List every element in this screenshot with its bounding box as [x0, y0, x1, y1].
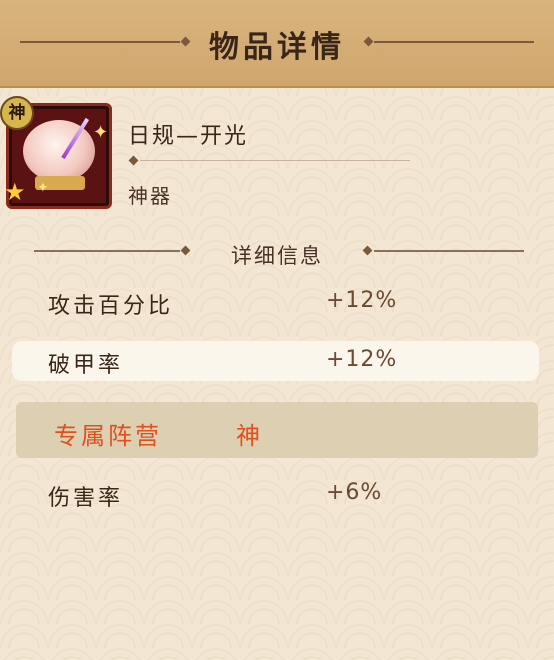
sundial-artifact-icon — [23, 120, 95, 182]
sparkle-icon: ✦ — [93, 122, 109, 143]
header-bar: 物品详情 — [0, 0, 554, 88]
stat-value: +6% — [326, 480, 383, 505]
page-title: 物品详情 — [209, 30, 345, 65]
exclusive-faction-box: 专属阵营 神 — [16, 402, 538, 458]
section-title: 详细信息 — [231, 244, 323, 268]
stat-value: +12% — [326, 347, 398, 372]
item-type: 神器 — [128, 184, 172, 208]
divider-diamond — [128, 155, 139, 166]
faction-value: 神 — [236, 422, 260, 450]
god-faction-badge: 神 — [0, 96, 34, 130]
stat-value: +12% — [326, 288, 398, 313]
stat-row-damage-rate: 伤害率 +6% — [0, 474, 554, 514]
item-name-divider — [140, 160, 410, 161]
sparkle-icon: ✦ — [37, 180, 49, 196]
star-icon: ★ — [4, 178, 26, 206]
stat-name: 破甲率 — [48, 353, 124, 378]
faction-label: 专属阵营 — [54, 422, 162, 450]
stat-name: 伤害率 — [48, 486, 124, 511]
stat-row-armor-break: 破甲率 +12% — [12, 341, 539, 381]
item-name: 日规—开光 — [128, 124, 249, 149]
section-divider-right — [374, 250, 524, 252]
stat-name: 攻击百分比 — [48, 294, 174, 319]
stat-row-attack-percent: 攻击百分比 +12% — [0, 282, 554, 322]
